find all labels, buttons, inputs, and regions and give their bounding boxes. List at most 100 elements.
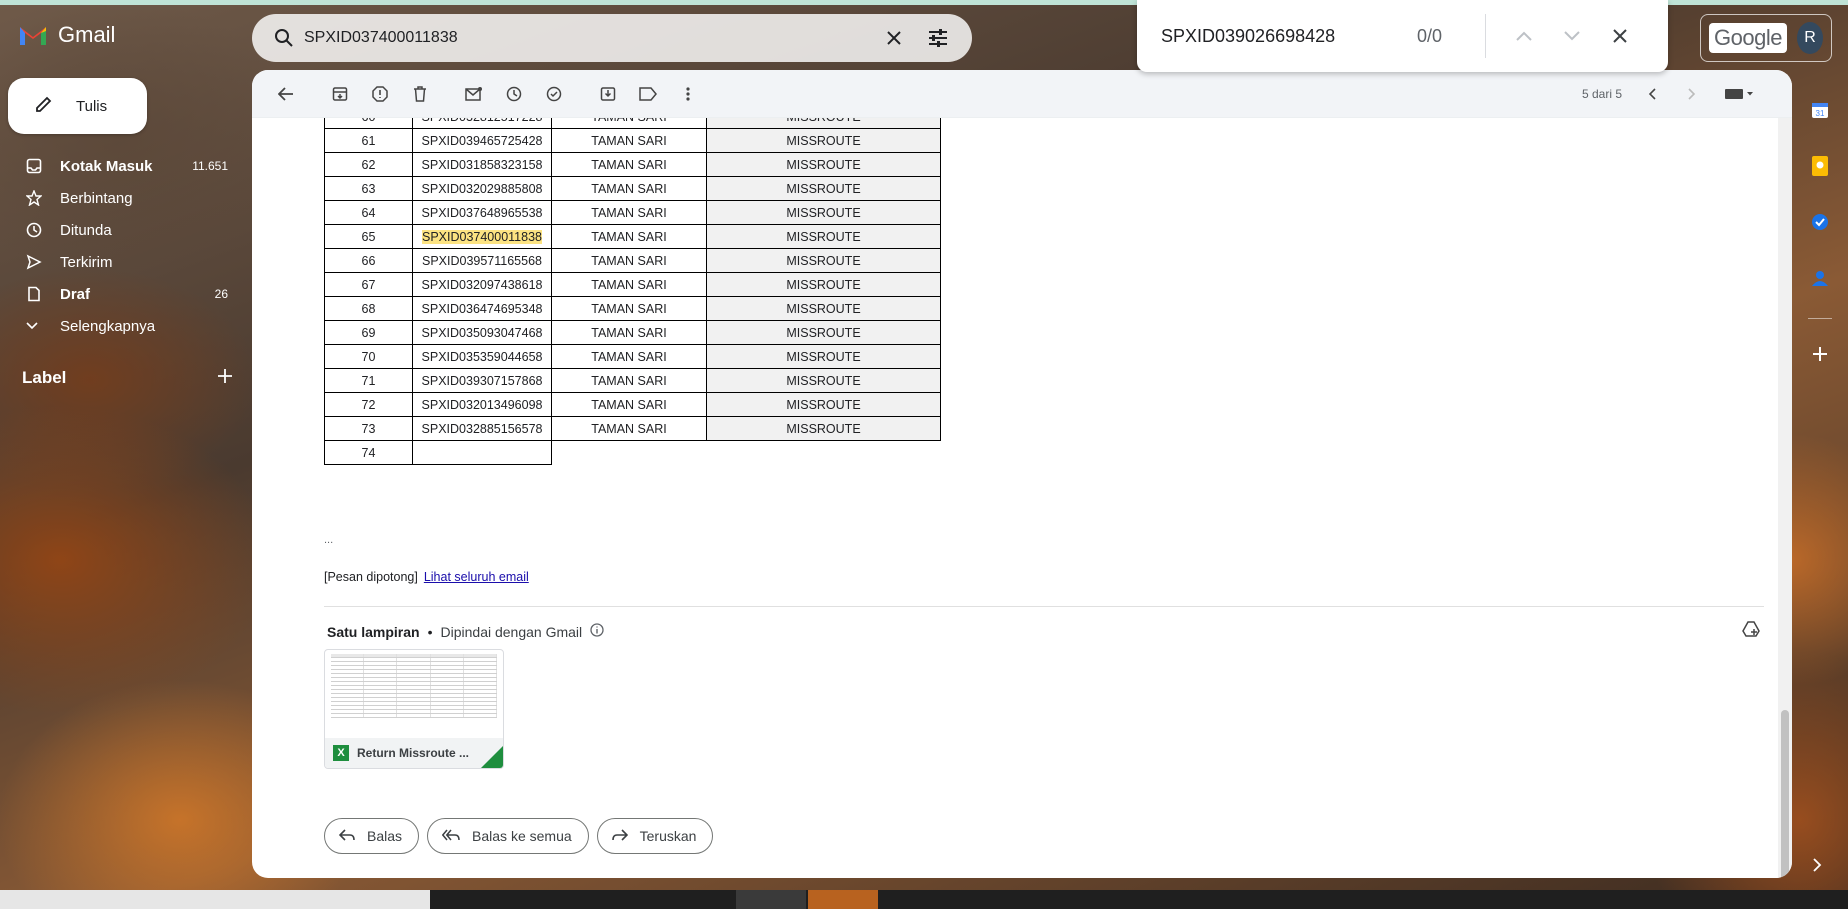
label-icon[interactable]	[628, 74, 668, 114]
hub-name: TAMAN SARI	[551, 272, 707, 297]
newer-chevron-icon[interactable]	[1632, 74, 1672, 114]
reply-actions: Balas Balas ke semua Teruskan	[324, 818, 714, 854]
preview-cell	[331, 710, 365, 713]
message-body: 60 SPXID032812517228 TAMAN SARI MISSROUT…	[252, 118, 1778, 878]
preview-cell	[397, 690, 431, 693]
add-to-drive-icon[interactable]	[1742, 621, 1760, 642]
search-icon[interactable]	[264, 28, 304, 48]
trimmed-ellipsis[interactable]: ...	[324, 534, 333, 546]
status-cell: MISSROUTE	[706, 392, 941, 417]
preview-cell	[331, 698, 365, 701]
preview-cell	[331, 702, 365, 705]
avatar[interactable]: R	[1796, 22, 1823, 54]
hub-name: TAMAN SARI	[551, 296, 707, 321]
attachment-card[interactable]: X Return Missroute ...	[324, 649, 504, 769]
preview-cell	[464, 670, 498, 673]
account-switcher[interactable]: Google R	[1700, 14, 1832, 62]
sidebar-item-label: Selengkapnya	[60, 317, 156, 335]
preview-cell	[464, 706, 498, 709]
expand-panel-chevron-icon[interactable]	[1812, 858, 1822, 877]
preview-cell	[431, 670, 464, 673]
compose-button[interactable]: Tulis	[8, 78, 147, 134]
preview-cell	[364, 670, 398, 673]
preview-cell	[397, 678, 431, 681]
search-input[interactable]	[304, 29, 872, 47]
clear-search-icon[interactable]	[872, 30, 916, 46]
forward-label: Teruskan	[639, 828, 697, 844]
add-task-icon[interactable]	[534, 74, 574, 114]
status-cell: MISSROUTE	[706, 248, 941, 273]
more-vert-icon[interactable]	[668, 74, 708, 114]
tracking-id: SPXID035093047468	[412, 320, 552, 345]
preview-cell	[331, 670, 365, 673]
status-cell: MISSROUTE	[706, 118, 941, 129]
sidebar-item-more[interactable]: Selengkapnya	[0, 310, 240, 342]
close-icon[interactable]	[1596, 28, 1644, 44]
calendar-icon[interactable]: 31	[1800, 82, 1840, 138]
gmail-logo[interactable]: Gmail	[18, 22, 115, 48]
preview-cell	[331, 654, 365, 657]
snooze-icon[interactable]	[494, 74, 534, 114]
preview-cell	[397, 714, 431, 717]
row-number: 65	[324, 224, 413, 249]
search-options-icon[interactable]	[916, 29, 960, 47]
reply-all-button[interactable]: Balas ke semua	[427, 818, 589, 854]
row-number: 70	[324, 344, 413, 369]
row-number: 61	[324, 128, 413, 153]
preview-cell	[464, 694, 498, 697]
scrollbar-thumb[interactable]	[1781, 710, 1789, 878]
preview-cell	[397, 706, 431, 709]
row-number: 66	[324, 248, 413, 273]
find-in-page-bar: SPXID039026698428 0/0	[1137, 0, 1668, 72]
chevron-down-icon[interactable]	[1548, 30, 1596, 42]
delete-icon[interactable]	[400, 74, 440, 114]
keep-icon[interactable]	[1800, 138, 1840, 194]
move-to-icon[interactable]	[588, 74, 628, 114]
reply-icon	[338, 828, 355, 844]
get-addons-icon[interactable]	[1812, 346, 1828, 367]
archive-icon[interactable]	[320, 74, 360, 114]
find-query[interactable]: SPXID039026698428	[1161, 26, 1417, 47]
view-full-message-link[interactable]: Lihat seluruh email	[424, 570, 529, 584]
taskbar-window-strip	[0, 890, 430, 909]
table-row: 65 SPXID037400011838 TAMAN SARI MISSROUTE	[324, 224, 941, 249]
preview-cell	[431, 714, 464, 717]
older-chevron-icon[interactable]	[1672, 74, 1712, 114]
sidebar-item-starred[interactable]: Berbintang	[0, 182, 240, 214]
mark-unread-icon[interactable]	[454, 74, 494, 114]
keyboard-icon[interactable]	[1712, 74, 1768, 114]
chevron-up-icon[interactable]	[1500, 30, 1548, 42]
sidebar-item-snoozed[interactable]: Ditunda	[0, 214, 240, 246]
preview-cell	[431, 658, 464, 661]
find-divider	[1485, 14, 1486, 58]
taskbar-app-tile[interactable]	[736, 890, 806, 909]
table-row: 71 SPXID039307157868 TAMAN SARI MISSROUTE	[324, 368, 941, 393]
search-highlight: SPXID037400011838	[421, 229, 542, 244]
info-icon[interactable]	[590, 623, 604, 640]
table-row: 62 SPXID031858323158 TAMAN SARI MISSROUTE	[324, 152, 941, 177]
row-number: 62	[324, 152, 413, 177]
preview-cell	[431, 690, 464, 693]
reply-all-icon	[441, 828, 460, 844]
report-spam-icon[interactable]	[360, 74, 400, 114]
forward-icon	[611, 828, 628, 844]
preview-cell	[364, 662, 398, 665]
preview-cell	[331, 666, 365, 669]
row-number: 68	[324, 296, 413, 321]
sidebar-item-sent[interactable]: Terkirim	[0, 246, 240, 278]
status-cell: MISSROUTE	[706, 416, 941, 441]
sidebar-item-inbox[interactable]: Kotak Masuk 11.651	[0, 150, 240, 182]
preview-cell	[431, 682, 464, 685]
back-arrow-icon[interactable]	[266, 74, 306, 114]
reply-label: Balas	[367, 828, 403, 844]
sidebar-item-drafts[interactable]: Draf 26	[0, 278, 240, 310]
table-row: 72 SPXID032013496098 TAMAN SARI MISSROUTE	[324, 392, 941, 417]
tasks-icon[interactable]	[1800, 194, 1840, 250]
forward-button[interactable]: Teruskan	[596, 818, 714, 854]
contacts-icon[interactable]	[1800, 250, 1840, 306]
page-fold-corner	[481, 746, 503, 768]
taskbar-app-tile[interactable]	[808, 890, 878, 909]
truncated-notice: [Pesan dipotong] Lihat seluruh email	[324, 570, 529, 584]
add-label-icon[interactable]	[218, 368, 232, 388]
reply-button[interactable]: Balas	[324, 818, 420, 854]
